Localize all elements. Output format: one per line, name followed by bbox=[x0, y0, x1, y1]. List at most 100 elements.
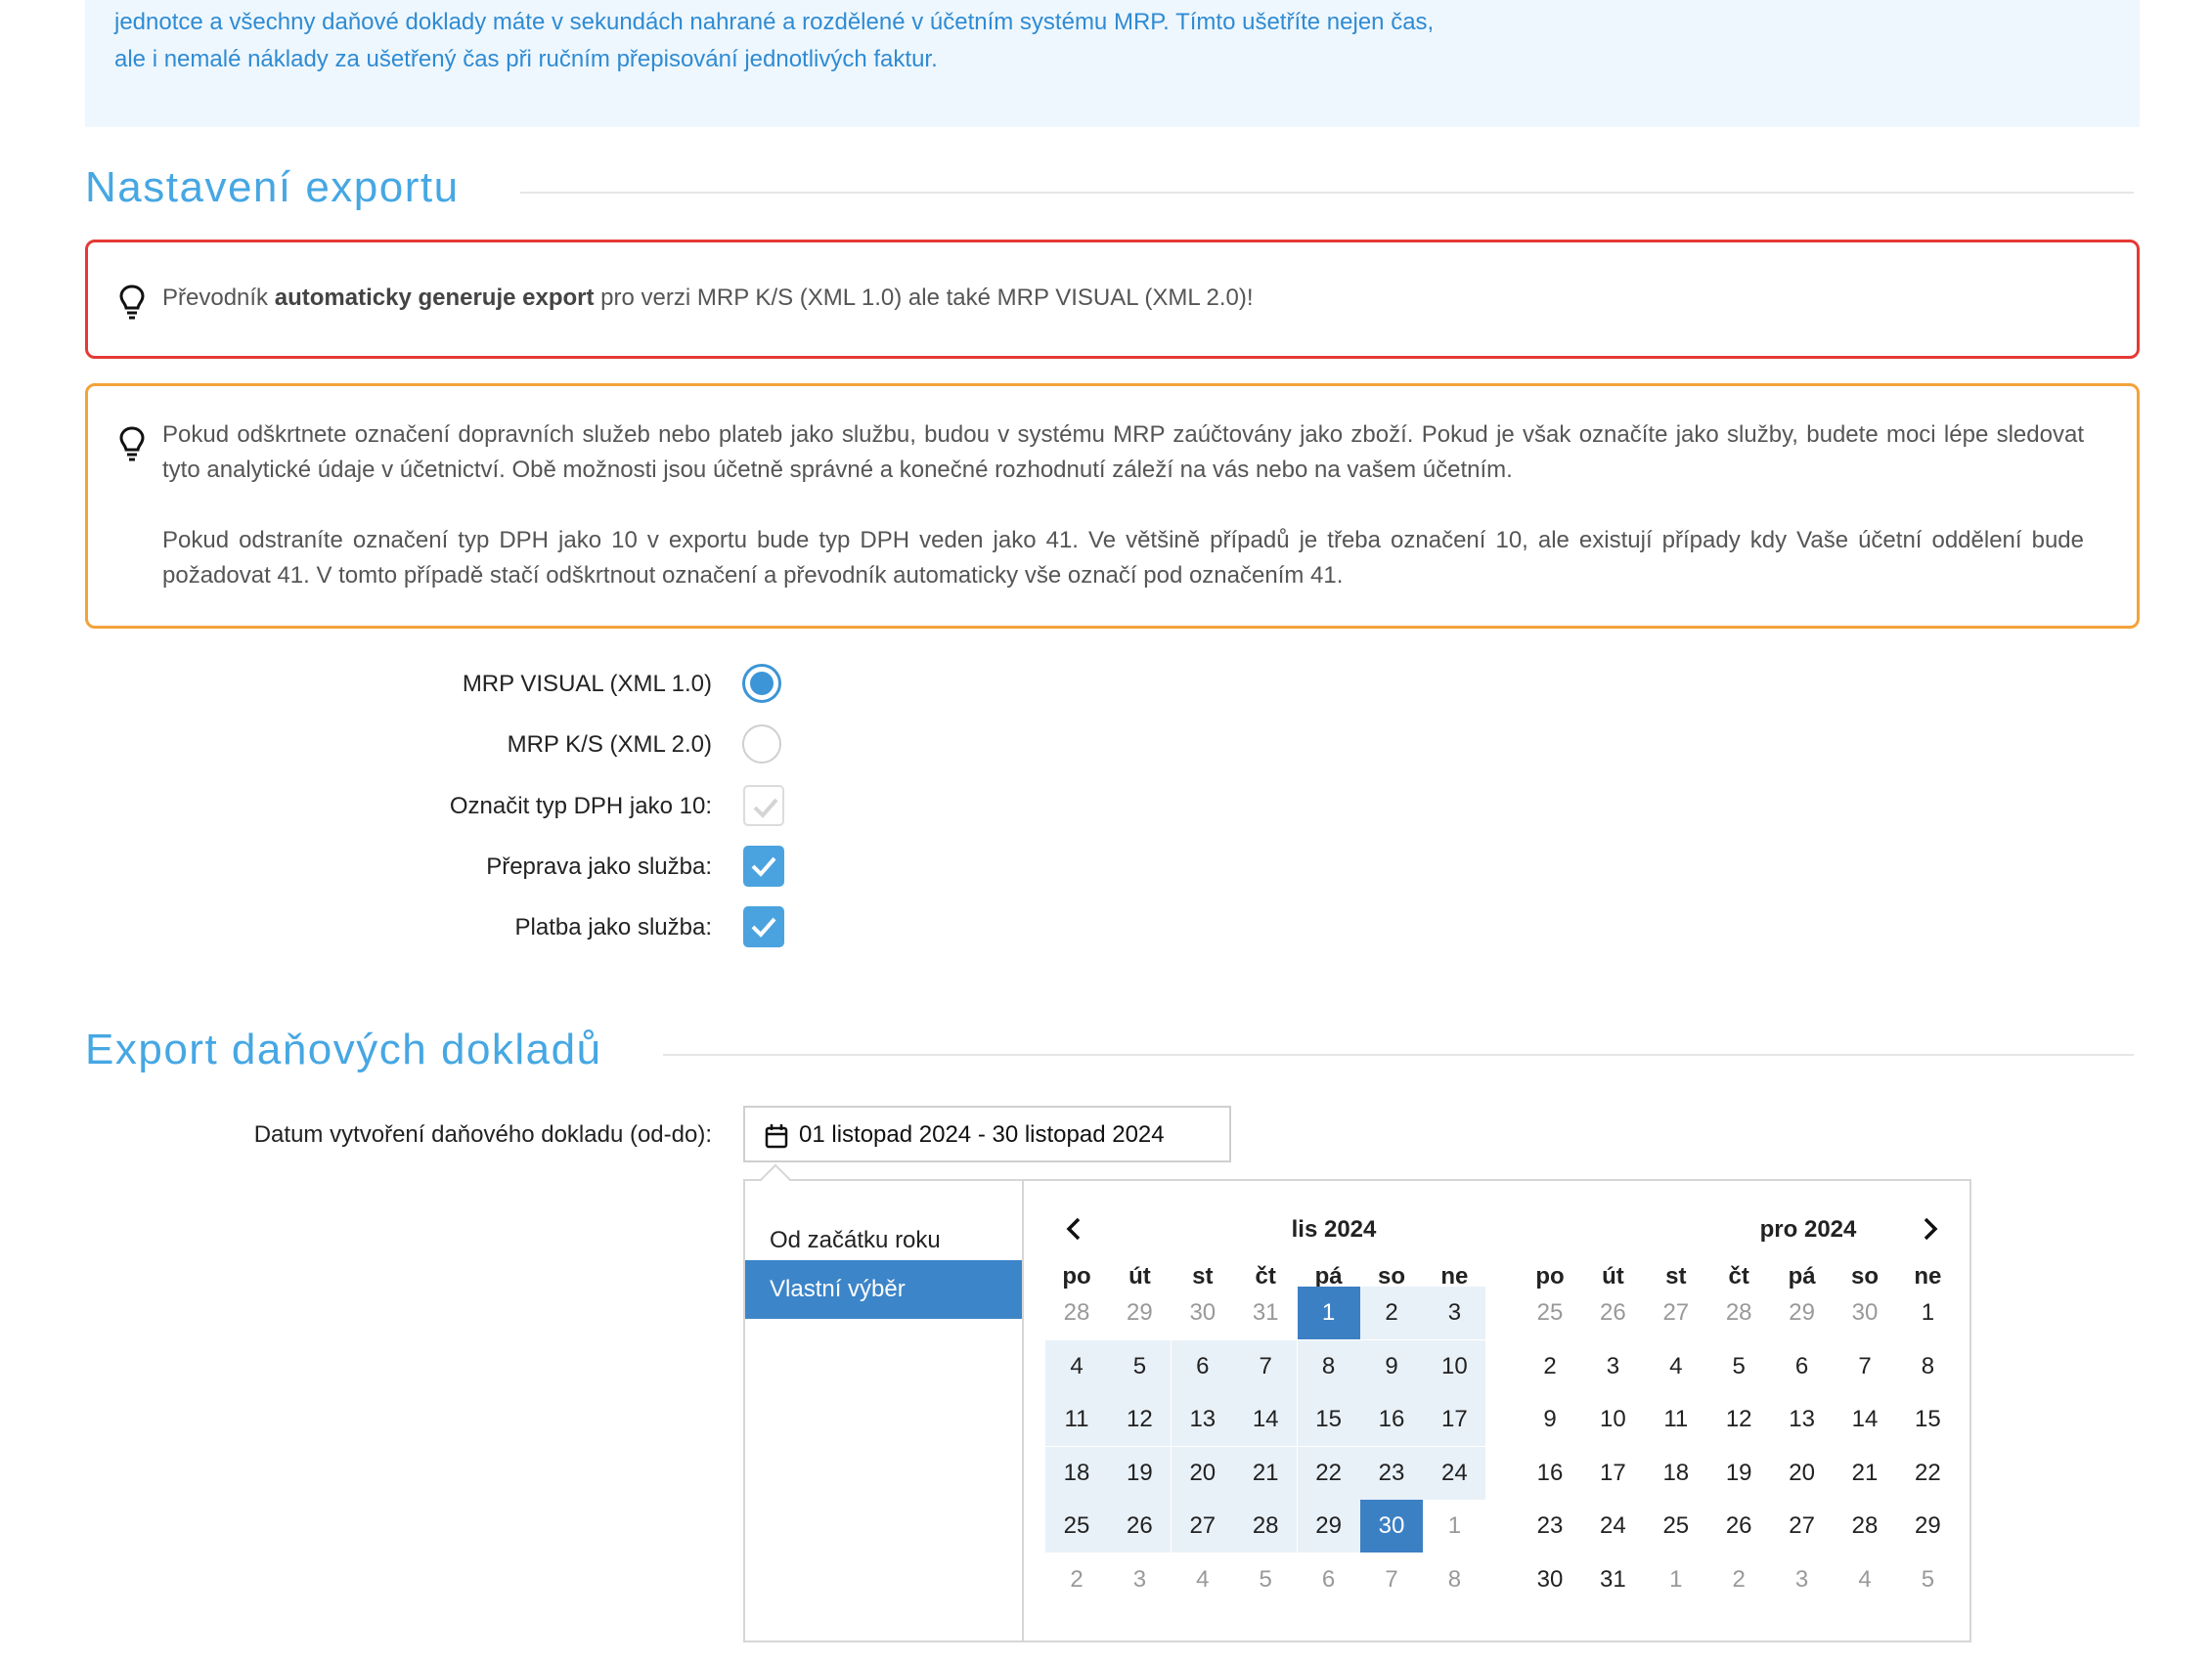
calendar-day[interactable]: 23 bbox=[1519, 1500, 1581, 1553]
calendar-day[interactable]: 8 bbox=[1896, 1340, 1959, 1393]
calendar-day[interactable]: 2 bbox=[1707, 1553, 1770, 1606]
alert-red-text: Převodník automaticky generuje export pr… bbox=[162, 281, 2084, 316]
calendar-day[interactable]: 20 bbox=[1171, 1446, 1234, 1500]
calendar-day[interactable]: 12 bbox=[1108, 1393, 1172, 1446]
calendar-day[interactable]: 22 bbox=[1896, 1447, 1959, 1500]
calendar-day[interactable]: 4 bbox=[1645, 1340, 1707, 1393]
calendar-day[interactable]: 2 bbox=[1360, 1287, 1423, 1339]
calendar-day[interactable]: 27 bbox=[1171, 1500, 1234, 1553]
calendar-day[interactable]: 18 bbox=[1045, 1446, 1108, 1500]
calendar-day[interactable]: 5 bbox=[1896, 1553, 1959, 1606]
calendar-day[interactable]: 31 bbox=[1581, 1553, 1644, 1606]
calendar-day[interactable]: 21 bbox=[1834, 1447, 1896, 1500]
month-title-left: lis 2024 bbox=[1291, 1216, 1377, 1243]
calendar-day[interactable]: 16 bbox=[1519, 1447, 1581, 1500]
checkbox-preprava[interactable] bbox=[743, 846, 784, 887]
range-custom[interactable]: Vlastní výběr bbox=[745, 1260, 1022, 1319]
calendar-day[interactable]: 30 bbox=[1834, 1287, 1896, 1339]
calendar-day[interactable]: 19 bbox=[1108, 1446, 1172, 1500]
calendar-day[interactable]: 28 bbox=[1834, 1500, 1896, 1553]
calendar-day[interactable]: 3 bbox=[1108, 1553, 1171, 1606]
calendar-day[interactable]: 7 bbox=[1834, 1340, 1896, 1393]
calendar-day[interactable]: 2 bbox=[1045, 1553, 1108, 1606]
calendar-day[interactable]: 11 bbox=[1045, 1393, 1108, 1446]
radio-mrp-ks[interactable] bbox=[742, 724, 781, 764]
calendar-day[interactable]: 11 bbox=[1645, 1393, 1707, 1446]
chevron-left-icon[interactable] bbox=[1060, 1214, 1089, 1244]
calendar-day[interactable]: 5 bbox=[1108, 1339, 1172, 1393]
calendar-day[interactable]: 4 bbox=[1045, 1339, 1108, 1393]
calendar-day[interactable]: 9 bbox=[1360, 1339, 1423, 1393]
calendar-day[interactable]: 30 bbox=[1172, 1287, 1234, 1339]
calendar-day[interactable]: 2 bbox=[1519, 1340, 1581, 1393]
calendar-day[interactable]: 25 bbox=[1519, 1287, 1581, 1339]
calendar-day[interactable]: 3 bbox=[1771, 1553, 1834, 1606]
calendar-day[interactable]: 21 bbox=[1234, 1446, 1298, 1500]
calendar-day[interactable]: 4 bbox=[1834, 1553, 1896, 1606]
calendar-day[interactable]: 3 bbox=[1423, 1287, 1486, 1339]
calendar-day[interactable]: 5 bbox=[1234, 1553, 1297, 1606]
calendar-day[interactable]: 29 bbox=[1896, 1500, 1959, 1553]
calendar-day[interactable]: 25 bbox=[1045, 1500, 1108, 1553]
radio-mrp-visual[interactable] bbox=[742, 664, 781, 703]
calendar-day[interactable]: 22 bbox=[1297, 1446, 1360, 1500]
calendar-day[interactable]: 15 bbox=[1297, 1393, 1360, 1446]
calendar-day[interactable]: 27 bbox=[1645, 1287, 1707, 1339]
calendar-day[interactable]: 3 bbox=[1581, 1340, 1644, 1393]
calendar-day[interactable]: 26 bbox=[1108, 1500, 1172, 1553]
calendar-day[interactable]: 14 bbox=[1834, 1393, 1896, 1446]
calendar-day[interactable]: 8 bbox=[1423, 1553, 1485, 1606]
calendar-day[interactable]: 9 bbox=[1519, 1393, 1581, 1446]
calendar-day[interactable]: 28 bbox=[1234, 1500, 1298, 1553]
date-range-value: 01 listopad 2024 - 30 listopad 2024 bbox=[799, 1121, 1165, 1148]
calendar-day[interactable]: 23 bbox=[1360, 1446, 1423, 1500]
calendar-day[interactable]: 17 bbox=[1423, 1393, 1486, 1446]
month-title-right: pro 2024 bbox=[1759, 1216, 1857, 1243]
calendar-day[interactable]: 28 bbox=[1707, 1287, 1770, 1339]
calendar-day[interactable]: 1 bbox=[1423, 1500, 1485, 1553]
calendar-day[interactable]: 27 bbox=[1771, 1500, 1834, 1553]
calendar-day[interactable]: 24 bbox=[1581, 1500, 1644, 1553]
calendar-day[interactable]: 10 bbox=[1423, 1339, 1486, 1393]
checkbox-dph-10[interactable] bbox=[743, 785, 784, 826]
calendar-day[interactable]: 19 bbox=[1707, 1447, 1770, 1500]
date-range-input[interactable]: 01 listopad 2024 - 30 listopad 2024 bbox=[743, 1106, 1231, 1162]
section-divider bbox=[663, 1054, 2134, 1056]
calendar-day[interactable]: 1 bbox=[1297, 1287, 1360, 1339]
lightbulb-icon bbox=[119, 284, 145, 320]
calendar-day[interactable]: 20 bbox=[1771, 1447, 1834, 1500]
calendar-day[interactable]: 6 bbox=[1171, 1339, 1234, 1393]
calendar-day[interactable]: 18 bbox=[1645, 1447, 1707, 1500]
calendar-day[interactable]: 26 bbox=[1707, 1500, 1770, 1553]
calendar-day[interactable]: 7 bbox=[1234, 1339, 1298, 1393]
calendar-day[interactable]: 4 bbox=[1172, 1553, 1234, 1606]
calendar-day[interactable]: 25 bbox=[1645, 1500, 1707, 1553]
chevron-right-icon[interactable] bbox=[1915, 1214, 1944, 1244]
calendar-day[interactable]: 28 bbox=[1045, 1287, 1108, 1339]
calendar-day[interactable]: 6 bbox=[1771, 1340, 1834, 1393]
calendar-day[interactable]: 29 bbox=[1771, 1287, 1834, 1339]
checkbox-platba[interactable] bbox=[743, 906, 784, 947]
calendar-day[interactable]: 14 bbox=[1234, 1393, 1298, 1446]
calendar-day[interactable]: 29 bbox=[1297, 1500, 1360, 1553]
calendar-day[interactable]: 13 bbox=[1771, 1393, 1834, 1446]
calendar-day[interactable]: 1 bbox=[1896, 1287, 1959, 1339]
calendar-day[interactable]: 13 bbox=[1171, 1393, 1234, 1446]
calendar-day[interactable]: 29 bbox=[1108, 1287, 1171, 1339]
calendar-day[interactable]: 30 bbox=[1519, 1553, 1581, 1606]
alert-red-pre: Převodník bbox=[162, 284, 275, 311]
calendar-day[interactable]: 1 bbox=[1645, 1553, 1707, 1606]
calendar-day[interactable]: 17 bbox=[1581, 1447, 1644, 1500]
calendar-day[interactable]: 8 bbox=[1297, 1339, 1360, 1393]
calendar-day[interactable]: 5 bbox=[1707, 1340, 1770, 1393]
calendar-day[interactable]: 31 bbox=[1234, 1287, 1297, 1339]
calendar-day[interactable]: 10 bbox=[1581, 1393, 1644, 1446]
calendar-day[interactable]: 15 bbox=[1896, 1393, 1959, 1446]
calendar-day[interactable]: 30 bbox=[1360, 1500, 1423, 1553]
calendar-day[interactable]: 12 bbox=[1707, 1393, 1770, 1446]
calendar-day[interactable]: 6 bbox=[1298, 1553, 1360, 1606]
calendar-day[interactable]: 7 bbox=[1360, 1553, 1423, 1606]
calendar-day[interactable]: 24 bbox=[1423, 1446, 1486, 1500]
calendar-day[interactable]: 26 bbox=[1581, 1287, 1644, 1339]
calendar-day[interactable]: 16 bbox=[1360, 1393, 1423, 1446]
